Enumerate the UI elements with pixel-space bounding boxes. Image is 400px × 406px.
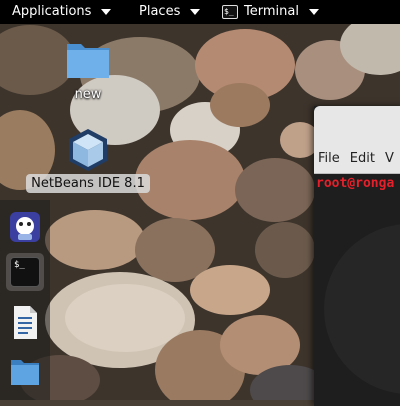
chevron-down-icon bbox=[308, 9, 319, 15]
terminal-titlebar[interactable] bbox=[314, 106, 400, 144]
menu-edit[interactable]: Edit bbox=[350, 151, 375, 166]
top-panel: Applications Places $_ Terminal bbox=[0, 0, 400, 24]
desktop-icon-label: new bbox=[74, 87, 102, 102]
menu-view[interactable]: V bbox=[385, 151, 394, 166]
terminal-app-menu[interactable]: $_ Terminal bbox=[222, 0, 319, 24]
terminal-menubar: File Edit V bbox=[314, 144, 400, 174]
terminal-icon: $_ bbox=[222, 5, 238, 19]
desktop-icon-label: NetBeans IDE 8.1 bbox=[26, 174, 150, 193]
terminal-background bbox=[324, 224, 400, 394]
applications-menu-label: Applications bbox=[12, 4, 92, 19]
terminal-menu-label: Terminal bbox=[244, 4, 299, 19]
dock-item-terminal[interactable]: $_ bbox=[6, 253, 44, 291]
dash-dock: $_ bbox=[0, 200, 50, 400]
ubuntu-bot-icon bbox=[10, 212, 40, 242]
menu-file[interactable]: File bbox=[318, 151, 340, 166]
desktop-icon-netbeans[interactable]: NetBeans IDE 8.1 bbox=[24, 126, 152, 193]
terminal-body[interactable]: root@ronga bbox=[314, 174, 400, 406]
folder-icon bbox=[11, 360, 39, 385]
folder-icon bbox=[67, 44, 109, 78]
places-menu[interactable]: Places bbox=[139, 0, 201, 24]
dock-item-bot[interactable] bbox=[6, 208, 44, 246]
chevron-down-icon bbox=[101, 9, 112, 15]
terminal-window[interactable]: File Edit V root@ronga bbox=[314, 106, 400, 406]
applications-menu[interactable]: Applications bbox=[12, 0, 112, 24]
desktop-icon-new[interactable]: new bbox=[55, 38, 121, 102]
terminal-icon: $_ bbox=[10, 257, 40, 287]
netbeans-cube-icon bbox=[69, 129, 107, 171]
dock-item-text-editor[interactable] bbox=[6, 303, 44, 341]
chevron-down-icon bbox=[190, 9, 201, 15]
places-menu-label: Places bbox=[139, 4, 181, 19]
shell-prompt: root@ronga bbox=[316, 176, 395, 191]
dock-item-files[interactable] bbox=[6, 352, 44, 390]
text-document-icon bbox=[14, 306, 37, 339]
